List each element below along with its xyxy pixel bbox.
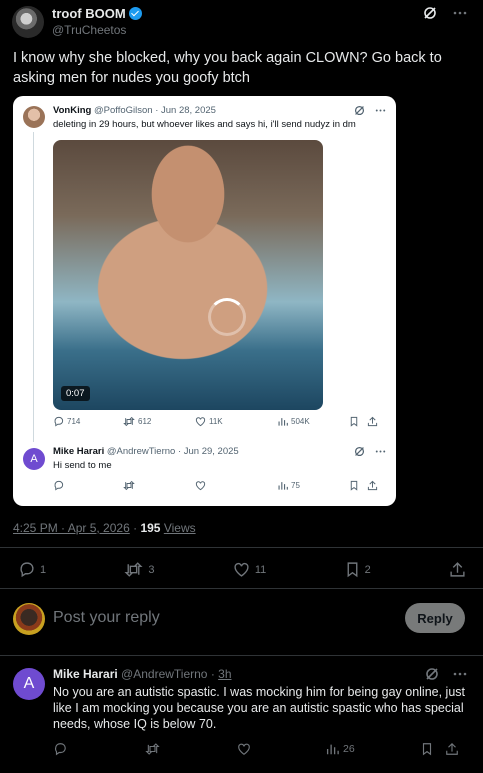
bookmark-icon[interactable]	[349, 480, 367, 491]
grok-icon[interactable]	[425, 667, 439, 681]
comment-author-handle[interactable]: @AndrewTierno ·	[121, 667, 218, 681]
comment-time[interactable]: 3h	[218, 667, 231, 681]
quoted-author-meta: @PoffoGilson · Jun 28, 2025	[93, 105, 216, 116]
repost-count: 3	[148, 563, 155, 576]
comment-author-avatar[interactable]: A	[13, 668, 45, 700]
post-timestamp[interactable]: 4:25 PM · Apr 5, 2026	[13, 521, 130, 535]
video-player[interactable]: 0:07	[53, 140, 323, 410]
reply-button[interactable]: Reply	[405, 603, 465, 633]
divider	[0, 588, 483, 589]
reply-count: 714	[67, 417, 81, 426]
current-user-avatar[interactable]	[13, 603, 45, 635]
like-action[interactable]: 11K	[195, 416, 277, 427]
post-meta: 4:25 PM · Apr 5, 2026 · 195 Views	[13, 521, 196, 535]
grok-icon[interactable]	[354, 446, 365, 457]
reply-author-name[interactable]: Mike Harari	[53, 446, 104, 457]
more-options-icon[interactable]	[453, 11, 467, 15]
views-action[interactable]: 504K	[277, 416, 349, 427]
bookmark-icon[interactable]	[349, 416, 367, 427]
share-icon[interactable]	[449, 561, 466, 578]
comment-actions: 26	[53, 742, 468, 756]
view-count: 504K	[291, 417, 310, 426]
more-options-icon[interactable]	[375, 109, 386, 112]
repost-action[interactable]	[145, 742, 237, 756]
share-icon[interactable]	[367, 416, 378, 427]
view-count: 75	[291, 481, 300, 490]
like-action[interactable]: 11	[233, 561, 266, 578]
reply-input[interactable]: Post your reply	[53, 609, 160, 627]
comment-author-name[interactable]: Mike Harari	[53, 667, 118, 681]
quoted-post-card[interactable]: VonKing @PoffoGilson · Jun 28, 2025 dele…	[13, 96, 396, 506]
verified-badge-icon	[128, 7, 142, 20]
views-label[interactable]: Views	[164, 521, 196, 535]
author-avatar[interactable]	[12, 6, 44, 38]
like-count: 11K	[209, 417, 223, 426]
share-icon[interactable]	[445, 742, 459, 756]
reply-header: Mike Harari @AndrewTierno · Jun 29, 2025	[53, 446, 239, 457]
bookmark-count: 2	[364, 563, 371, 576]
divider	[0, 547, 483, 548]
post-top-icons	[423, 6, 467, 20]
reply-author-avatar[interactable]: A	[23, 448, 45, 470]
reply-count: 1	[40, 563, 47, 576]
video-duration: 0:07	[61, 386, 90, 401]
reply-text: Hi send to me	[53, 460, 112, 471]
author-handle[interactable]: @TruCheetos	[52, 23, 126, 37]
post-text: I know why she blocked, why you back aga…	[13, 50, 442, 86]
comment-header: Mike Harari @AndrewTierno · 3h	[53, 667, 232, 681]
comment-icons	[425, 667, 467, 681]
author-name[interactable]: troof BOOM	[52, 6, 142, 21]
reply-icons	[354, 446, 386, 457]
quoted-post-actions: 714 612 11K 504K	[53, 416, 383, 427]
reply-action[interactable]: 1	[18, 561, 46, 578]
loading-spinner-icon	[208, 298, 246, 336]
repost-action[interactable]: 612	[123, 416, 195, 427]
divider	[0, 655, 483, 656]
more-options-icon[interactable]	[453, 667, 467, 681]
reply-action[interactable]: 714	[53, 416, 123, 427]
more-options-icon[interactable]	[375, 446, 386, 457]
reply-action[interactable]	[53, 480, 123, 491]
repost-action[interactable]	[123, 480, 195, 491]
quoted-post-icons	[354, 105, 386, 116]
grok-icon[interactable]	[354, 105, 365, 116]
repost-action[interactable]: 3	[124, 561, 155, 578]
reply-actions: 75	[53, 480, 383, 491]
views-count: 195	[140, 521, 161, 535]
bookmark-action[interactable]: 2	[345, 561, 371, 578]
like-action[interactable]	[195, 480, 277, 491]
grok-icon[interactable]	[423, 6, 437, 20]
thread-line	[33, 132, 34, 442]
quoted-post-header: VonKing @PoffoGilson · Jun 28, 2025	[53, 105, 216, 116]
view-count: 26	[343, 743, 355, 755]
reply-action[interactable]	[53, 742, 145, 756]
quoted-post-text: deleting in 29 hours, but whoever likes …	[53, 119, 356, 130]
author-display-name[interactable]: troof BOOM	[52, 6, 126, 21]
like-count: 11	[254, 563, 267, 576]
share-icon[interactable]	[367, 480, 378, 491]
views-action[interactable]: 75	[277, 480, 349, 491]
repost-count: 612	[138, 417, 152, 426]
reply-author-meta: @AndrewTierno · Jun 29, 2025	[106, 446, 239, 457]
comment-text: No you are an autistic spastic. I was mo…	[53, 685, 466, 731]
like-action[interactable]	[237, 742, 325, 756]
quoted-author-name[interactable]: VonKing	[53, 105, 91, 116]
quoted-author-avatar[interactable]	[23, 106, 45, 128]
post-actions: 1 3 11 2	[18, 561, 466, 578]
views-action[interactable]: 26	[325, 742, 421, 756]
bookmark-icon[interactable]	[421, 742, 445, 756]
